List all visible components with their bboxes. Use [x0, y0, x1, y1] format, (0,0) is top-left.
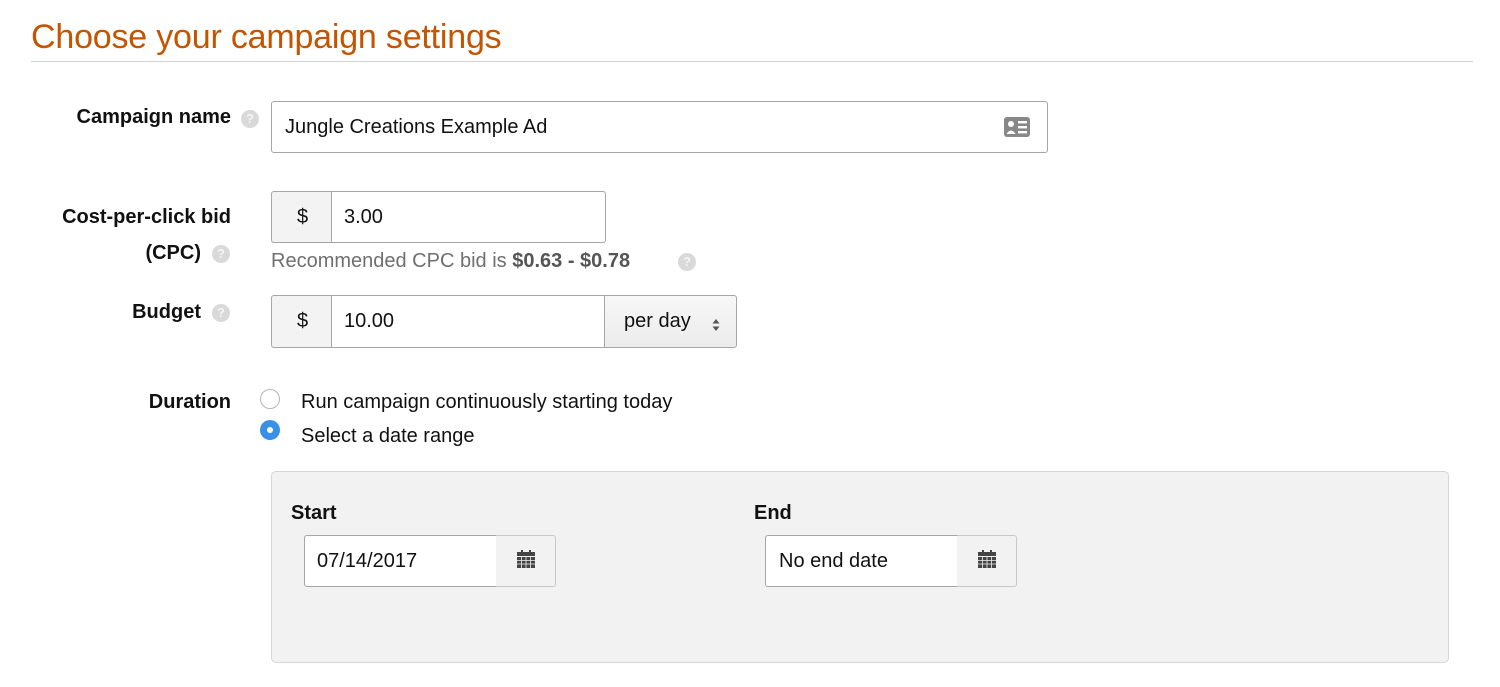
start-date-calendar-button[interactable]: [496, 535, 556, 587]
duration-continuous-radio[interactable]: [260, 389, 280, 409]
contact-card-icon[interactable]: [1003, 116, 1031, 144]
end-date-calendar-button[interactable]: [957, 535, 1017, 587]
campaign-name-help-icon[interactable]: ?: [241, 110, 259, 128]
title-divider: [31, 61, 1473, 62]
cpc-recommendation-text: Recommended CPC bid is: [271, 250, 513, 272]
budget-currency-addon: $: [271, 295, 333, 348]
cpc-label-line2: (CPC): [145, 242, 201, 264]
cpc-bid-value: 3.00: [344, 205, 383, 228]
cpc-recommendation: Recommended CPC bid is $0.63 - $0.78: [271, 250, 630, 273]
cpc-label-line1: Cost-per-click bid: [62, 206, 231, 228]
calendar-icon: [516, 549, 536, 574]
budget-help-icon[interactable]: ?: [212, 304, 230, 322]
date-range-panel: Start 07/14/2017 End No end date: [271, 471, 1449, 663]
duration-label: Duration: [148, 391, 231, 413]
budget-value: 10.00: [344, 310, 395, 332]
start-date-label: Start: [291, 502, 337, 524]
budget-input[interactable]: 10.00: [331, 295, 606, 348]
budget-period-value: per day: [624, 310, 691, 332]
cpc-help-icon[interactable]: ?: [212, 245, 230, 263]
budget-period-select[interactable]: per day: [604, 295, 737, 348]
duration-date-range-label[interactable]: Select a date range: [301, 425, 474, 448]
cpc-bid-input[interactable]: 3.00: [331, 191, 606, 243]
page-title: Choose your campaign settings: [31, 18, 502, 56]
start-date-value: 07/14/2017: [317, 549, 418, 572]
cpc-currency-addon: $: [271, 191, 333, 243]
end-date-value: No end date: [779, 549, 888, 572]
end-date-input[interactable]: No end date: [765, 535, 958, 587]
calendar-icon: [977, 549, 997, 574]
cpc-recommendation-help-icon[interactable]: ?: [678, 253, 696, 271]
cpc-recommended-range: $0.63 - $0.78: [512, 250, 631, 272]
campaign-name-value: Jungle Creations Example Ad: [285, 115, 548, 138]
start-date-input[interactable]: 07/14/2017: [304, 535, 497, 587]
campaign-name-label: Campaign name: [76, 106, 231, 128]
end-date-label: End: [754, 502, 792, 524]
up-down-arrows-icon: [712, 315, 720, 338]
budget-label: Budget: [132, 301, 201, 323]
duration-continuous-label[interactable]: Run campaign continuously starting today: [301, 391, 672, 414]
duration-date-range-radio[interactable]: [260, 420, 280, 440]
campaign-name-input[interactable]: Jungle Creations Example Ad: [271, 101, 1048, 153]
